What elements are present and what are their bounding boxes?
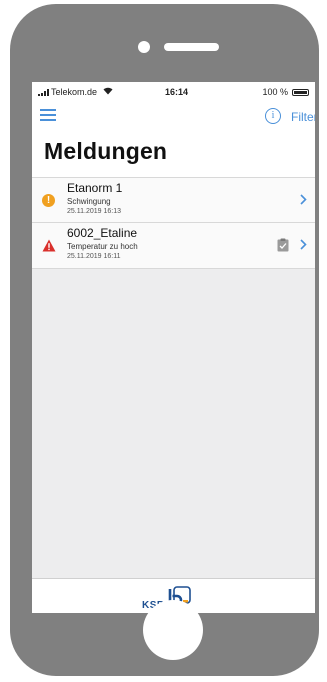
chevron-right-icon bbox=[300, 193, 307, 208]
signal-strength-icon bbox=[38, 88, 49, 96]
message-list: ! Etanorm 1 Schwingung 25.11.2019 16:13 bbox=[32, 177, 315, 269]
app-screen: Telekom.de 16:14 100 % i Filter Meldunge… bbox=[32, 82, 315, 613]
earpiece-speaker bbox=[164, 43, 219, 51]
clipboard-note-icon bbox=[277, 238, 289, 252]
nav-header: i Filter Meldungen bbox=[32, 102, 315, 177]
hamburger-menu-icon[interactable] bbox=[40, 109, 56, 121]
status-bar-left: Telekom.de bbox=[38, 87, 113, 97]
warning-circle-icon: ! bbox=[42, 194, 56, 208]
message-title: Etanorm 1 bbox=[67, 181, 123, 195]
wifi-icon bbox=[103, 87, 113, 97]
home-button[interactable] bbox=[143, 600, 203, 660]
phone-frame: Telekom.de 16:14 100 % i Filter Meldunge… bbox=[10, 4, 319, 676]
carrier-name: Telekom.de bbox=[51, 87, 98, 97]
status-bar: Telekom.de 16:14 100 % bbox=[32, 82, 315, 102]
message-row-6002-etaline[interactable]: 6002_Etaline Temperatur zu hoch 25.11.20… bbox=[32, 223, 315, 269]
message-date: 25.11.2019 16:13 bbox=[67, 208, 121, 215]
battery-percent: 100 % bbox=[262, 87, 288, 97]
message-subtitle: Temperatur zu hoch bbox=[67, 242, 138, 251]
message-date: 25.11.2019 16:11 bbox=[67, 253, 121, 260]
message-title: 6002_Etaline bbox=[67, 226, 138, 240]
status-bar-time: 16:14 bbox=[165, 87, 189, 97]
page-title: Meldungen bbox=[44, 138, 168, 164]
front-camera bbox=[138, 41, 150, 53]
filter-button[interactable]: Filter bbox=[291, 110, 315, 124]
info-icon[interactable]: i bbox=[265, 108, 281, 124]
alert-triangle-icon bbox=[42, 239, 56, 253]
chevron-right-icon bbox=[300, 238, 307, 253]
message-row-etanorm-1[interactable]: ! Etanorm 1 Schwingung 25.11.2019 16:13 bbox=[32, 177, 315, 223]
message-subtitle: Schwingung bbox=[67, 197, 111, 206]
status-bar-right: 100 % bbox=[262, 87, 309, 97]
battery-icon bbox=[292, 88, 309, 96]
